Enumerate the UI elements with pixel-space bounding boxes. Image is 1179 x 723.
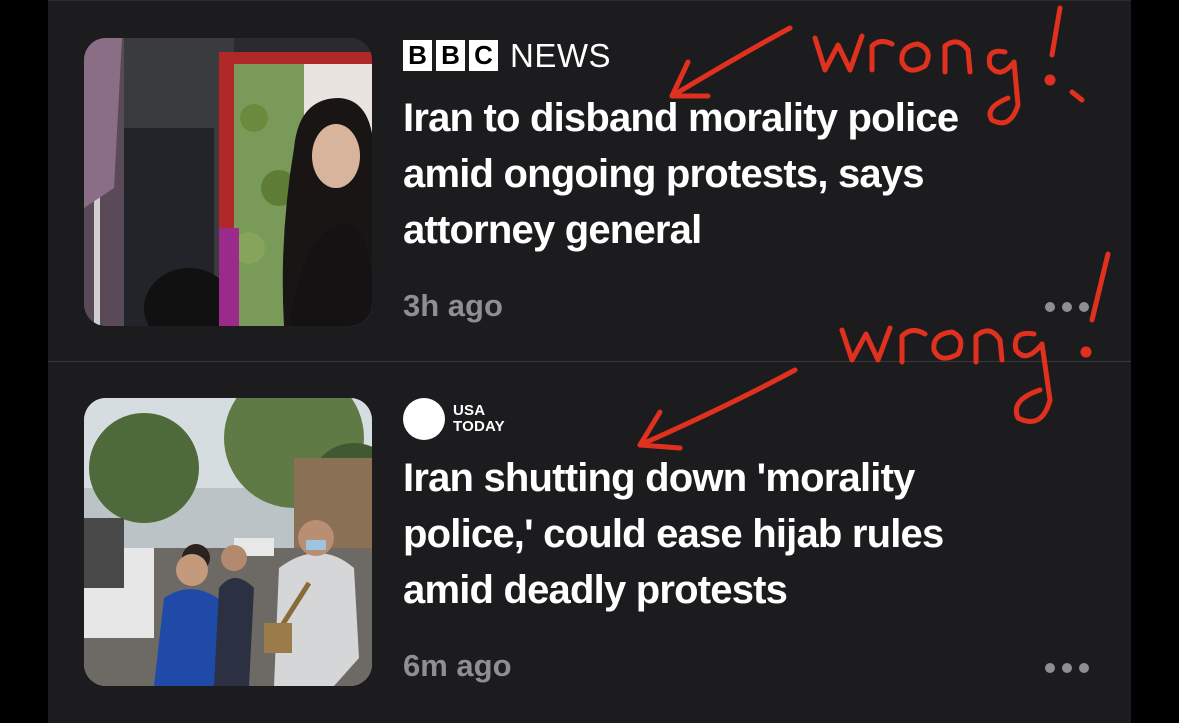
article-thumbnail-image[interactable] (84, 38, 372, 326)
article-headline[interactable]: Iran to disband morality police amid ong… (403, 90, 1043, 258)
news-feed-panel: B B C NEWS Iran to disband morality poli… (48, 0, 1131, 723)
usa-today-wordmark: USA TODAY (453, 402, 505, 435)
ellipsis-icon[interactable] (1045, 663, 1089, 673)
article-headline[interactable]: Iran shutting down 'morality police,' co… (403, 450, 1043, 618)
article-thumbnail-image[interactable] (84, 398, 372, 686)
bbc-letter-b2: B (436, 40, 465, 71)
source-logo-bbc-news[interactable]: B B C NEWS (403, 37, 611, 74)
article-timestamp: 3h ago (403, 288, 503, 323)
news-card-usa-today[interactable]: USA TODAY Iran shutting down 'morality p… (48, 362, 1131, 702)
ellipsis-icon[interactable] (1045, 302, 1089, 312)
article-timestamp: 6m ago (403, 648, 512, 683)
news-card-bbc[interactable]: B B C NEWS Iran to disband morality poli… (48, 0, 1131, 340)
bbc-letter-c: C (469, 40, 498, 71)
usa-today-dot-icon (403, 398, 445, 440)
bbc-news-wordmark: NEWS (510, 37, 611, 74)
bbc-letter-b1: B (403, 40, 432, 71)
source-logo-usa-today[interactable]: USA TODAY (403, 398, 505, 440)
